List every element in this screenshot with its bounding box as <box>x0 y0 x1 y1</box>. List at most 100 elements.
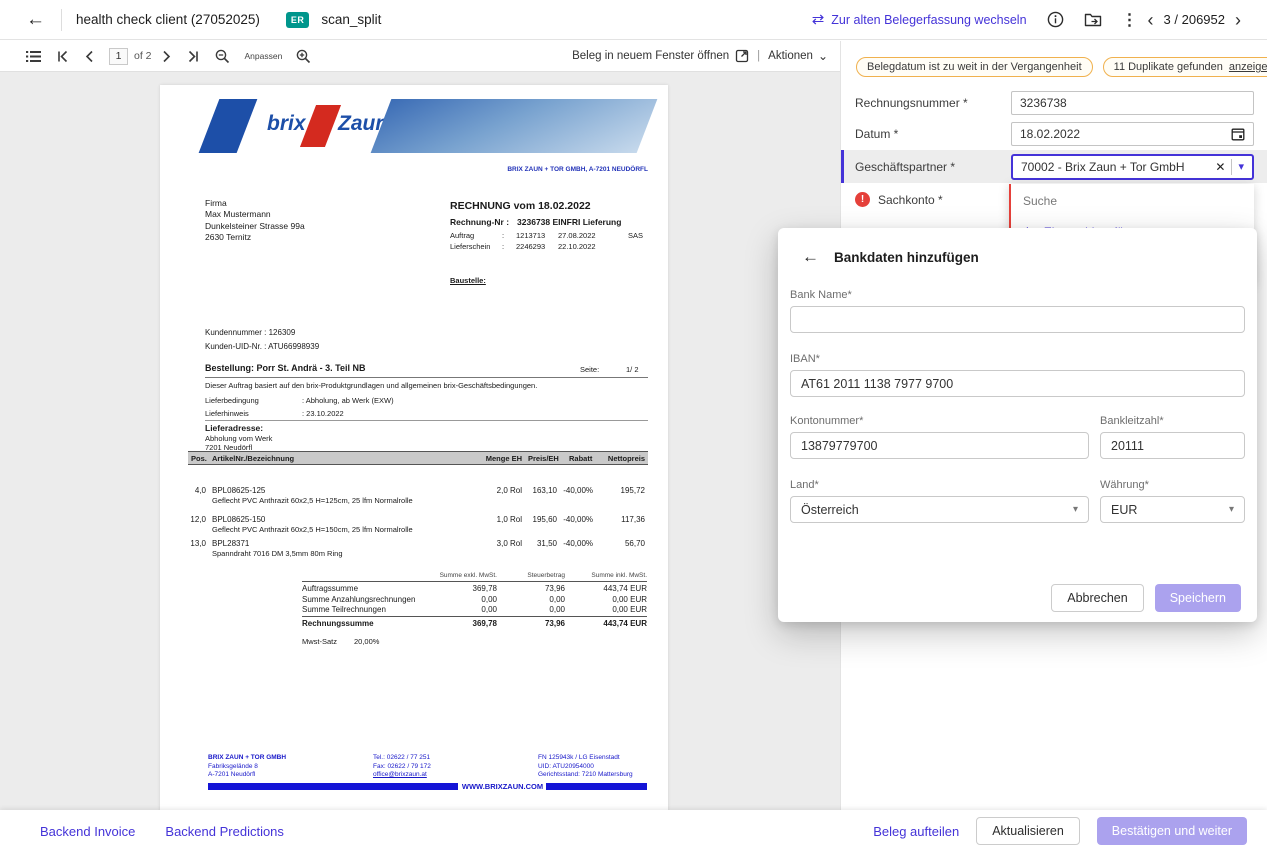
zoom-in-icon[interactable] <box>296 49 311 64</box>
external-link-icon <box>735 49 749 63</box>
split-document-link[interactable]: Beleg aufteilen <box>873 824 959 839</box>
select-caret-icon: ▾ <box>1073 504 1078 515</box>
more-options-icon[interactable]: ⋮ <box>1122 10 1138 30</box>
switch-to-old-capture-link[interactable]: ⇄ Zur alten Belegerfassung wechseln <box>812 12 1027 27</box>
document-canvas[interactable]: brix Zaun ® BRIX ZAUN + TOR GMBH, A-7201… <box>0 73 840 810</box>
thumbnails-icon[interactable] <box>26 50 41 63</box>
save-button[interactable]: Speichern <box>1155 584 1241 612</box>
country-value: Österreich <box>801 503 859 517</box>
bottom-left-links: Backend Invoice Backend Predictions <box>40 824 284 839</box>
col-discount: Rabatt <box>569 454 592 463</box>
footer-bar-right <box>546 783 647 790</box>
page-total-label: of 2 <box>134 50 152 62</box>
delivery-condition-line: Lieferbedingung : Abholung, ab Werk (EXW… <box>205 396 394 405</box>
date-input[interactable] <box>1020 127 1231 141</box>
zoom-out-icon[interactable] <box>215 49 230 64</box>
er-badge: ER <box>286 12 310 28</box>
invoice-title: RECHNUNG vom 18.02.2022 <box>450 200 591 212</box>
item-pos: 13,0 <box>188 539 206 548</box>
clear-icon[interactable]: ✕ <box>1215 160 1225 174</box>
top-header: ← health check client (27052025) ER scan… <box>0 0 1267 40</box>
bank-name-input[interactable] <box>790 306 1245 333</box>
recipient-line: Firma <box>205 198 305 209</box>
footer-website: WWW.BRIXZAUN.COM <box>461 782 544 791</box>
delivery-note-number: 2246293 <box>516 242 558 251</box>
summary-value: 0,00 <box>410 595 497 604</box>
modal-back-icon[interactable]: ← <box>802 247 819 267</box>
dropdown-caret-icon[interactable]: ▾ <box>1238 160 1244 173</box>
summary-row-label: Auftragssumme <box>302 584 358 593</box>
next-document-icon[interactable]: › <box>1235 11 1241 29</box>
warning-duplicates-pill: 11 Duplikate gefunden anzeigen <box>1103 57 1267 77</box>
date-field[interactable] <box>1011 122 1254 146</box>
select-caret-icon: ▾ <box>1229 504 1234 515</box>
terms-line: Dieser Auftrag basiert auf den brix-Prod… <box>205 381 537 390</box>
order-number: 1213713 <box>516 231 558 240</box>
country-select[interactable]: Österreich ▾ <box>790 496 1089 523</box>
show-duplicates-link[interactable]: anzeigen <box>1229 61 1267 73</box>
colon: : <box>502 242 516 251</box>
summary-value: 0,00 EUR <box>555 605 647 614</box>
item-article: BPL08625-125 <box>212 486 265 495</box>
warning-date-text: Belegdatum ist zu weit in der Vergangenh… <box>867 61 1082 73</box>
prev-page-icon[interactable] <box>84 50 94 63</box>
business-partner-field[interactable]: ✕ ▾ <box>1011 154 1254 180</box>
business-partner-input[interactable] <box>1021 160 1209 174</box>
col-article: ArtikelNr./Bezeichnung <box>212 454 294 463</box>
backend-predictions-link[interactable]: Backend Predictions <box>165 824 284 839</box>
invoice-number-field[interactable] <box>1011 91 1254 115</box>
move-to-folder-icon[interactable] <box>1084 12 1102 28</box>
cancel-button[interactable]: Abbrechen <box>1051 584 1143 612</box>
item-net: 195,72 <box>595 486 645 495</box>
item-pos: 12,0 <box>188 515 206 524</box>
fit-zoom-label[interactable]: Anpassen <box>245 51 283 61</box>
app-title: health check client (27052025) <box>76 12 260 27</box>
delivery-note-line: Lieferschein : 2246293 22.10.2022 <box>450 242 596 251</box>
invoice-number-input[interactable] <box>1020 96 1245 110</box>
item-discount: -40,00% <box>558 486 593 495</box>
last-page-icon[interactable] <box>187 50 200 63</box>
invoice-number-value: 3236738 EINFRI Lieferung <box>517 217 621 227</box>
items-table-header: Pos. ArtikelNr./Bezeichnung Menge EH Pre… <box>188 451 648 465</box>
exclaim-glyph: ! <box>861 194 864 205</box>
account-number-input[interactable] <box>790 432 1089 459</box>
iban-input[interactable] <box>790 370 1245 397</box>
business-partner-label: Geschäftspartner * <box>855 160 1011 174</box>
document-name: scan_split <box>321 12 381 27</box>
field-divider <box>1231 159 1232 175</box>
info-icon[interactable] <box>1047 11 1064 28</box>
bank-code-input[interactable] <box>1100 432 1245 459</box>
item-article: BPL08625-150 <box>212 515 265 524</box>
open-in-new-window-button[interactable]: Beleg in neuem Fenster öffnen <box>572 49 749 63</box>
footer-line: Fabriksgelände 8 <box>208 763 286 772</box>
item-article: BPL28371 <box>212 539 249 548</box>
refresh-button[interactable]: Aktualisieren <box>976 817 1080 845</box>
divider <box>205 377 648 378</box>
order-ref: SAS <box>628 231 643 240</box>
header-divider <box>61 9 62 31</box>
iban-label: IBAN* <box>790 353 1245 365</box>
item-net: 56,70 <box>595 539 645 548</box>
modal-body: Bank Name* IBAN* Kontonummer* Bankleitza… <box>778 289 1257 523</box>
back-icon[interactable]: ← <box>26 9 45 31</box>
invoice-page: brix Zaun ® BRIX ZAUN + TOR GMBH, A-7201… <box>160 85 668 810</box>
logo-brand-left: brix <box>267 112 306 136</box>
actions-menu-button[interactable]: Aktionen ⌄ <box>768 49 828 63</box>
calendar-icon <box>1231 127 1245 141</box>
confirm-next-button[interactable]: Bestätigen und weiter <box>1097 817 1247 845</box>
dropdown-search-placeholder[interactable]: Suche <box>1011 184 1254 212</box>
prev-document-icon[interactable]: ‹ <box>1148 11 1154 29</box>
next-page-icon[interactable] <box>162 50 172 63</box>
bank-name-label: Bank Name* <box>790 289 1245 301</box>
currency-select[interactable]: EUR ▾ <box>1100 496 1245 523</box>
account-number-label: Kontonummer* <box>790 415 1089 427</box>
item-price: 195,60 <box>504 515 557 524</box>
first-page-icon[interactable] <box>56 50 69 63</box>
order-label: Auftrag <box>450 231 502 240</box>
page-number-input[interactable]: 1 <box>109 48 128 65</box>
page-value: 1/ 2 <box>626 365 639 374</box>
divider <box>302 616 647 617</box>
backend-invoice-link[interactable]: Backend Invoice <box>40 824 135 839</box>
logo-red-slash <box>300 105 341 147</box>
item-price: 31,50 <box>504 539 557 548</box>
